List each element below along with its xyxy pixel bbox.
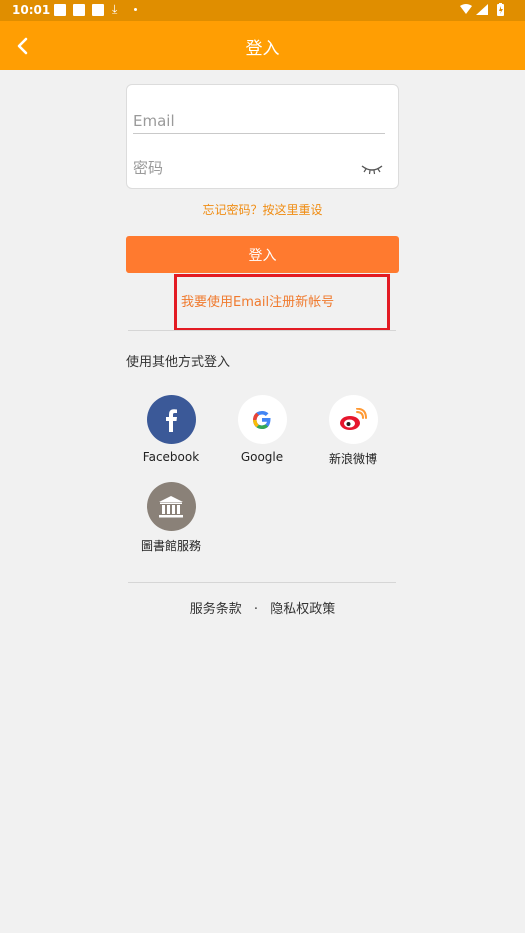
notification-icon — [92, 4, 104, 16]
library-icon — [146, 482, 196, 531]
privacy-policy-link[interactable]: 隐私权政策 — [270, 602, 335, 617]
footer-links: 服务条款 · 隐私权政策 — [0, 598, 525, 617]
weibo-login-button[interactable]: 新浪微博 — [308, 395, 398, 467]
status-time: 10:01 — [12, 3, 51, 17]
social-label: 新浪微博 — [328, 452, 377, 466]
download-icon: ⤓ — [112, 2, 118, 16]
section-divider — [128, 330, 396, 331]
facebook-icon — [146, 395, 196, 444]
footer-separator: · — [253, 602, 259, 617]
google-login-button[interactable]: Google — [217, 395, 307, 464]
other-login-title: 使用其他方式登入 — [126, 355, 231, 370]
more-notifications-icon — [134, 8, 137, 11]
wifi-signal-battery-icon — [460, 3, 504, 16]
status-icons — [459, 3, 515, 20]
google-icon — [237, 395, 287, 444]
app-bar: 登入 — [0, 21, 525, 70]
login-button[interactable]: 登入 — [126, 236, 399, 273]
notification-icon — [73, 4, 85, 16]
eye-closed-icon — [361, 165, 383, 175]
status-bar: 10:01 ⤓ — [0, 0, 525, 21]
social-label: Google — [240, 450, 284, 464]
social-label: 圖書館服務 — [140, 539, 201, 553]
terms-of-service-link[interactable]: 服务条款 — [190, 602, 242, 617]
page-title: 登入 — [245, 39, 280, 59]
weibo-icon — [328, 395, 378, 444]
forgot-password-link[interactable]: 忘记密码？按这里重设 — [126, 201, 399, 218]
email-input[interactable] — [133, 110, 383, 132]
show-password-toggle[interactable] — [360, 161, 384, 175]
footer-divider — [128, 582, 396, 583]
facebook-login-button[interactable]: Facebook — [126, 395, 216, 464]
login-form-card — [126, 84, 399, 189]
library-login-button[interactable]: 圖書館服務 — [126, 482, 216, 554]
email-underline — [133, 133, 385, 134]
register-email-link[interactable]: 我要使用Email注册新帐号 — [181, 291, 334, 310]
social-label: Facebook — [142, 450, 200, 464]
notification-icon — [54, 4, 66, 16]
password-input[interactable] — [133, 157, 343, 179]
